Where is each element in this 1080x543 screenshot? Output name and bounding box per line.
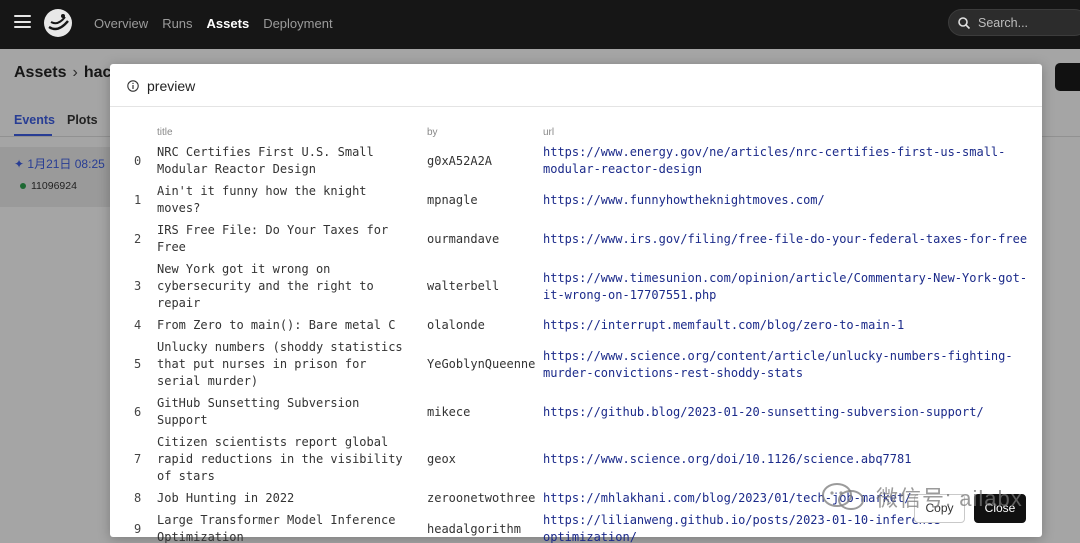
row-url-link[interactable]: https://www.funnyhowtheknightmoves.com/ [543,181,1034,220]
row-index: 0 [134,153,142,168]
table-header-row: title by url [134,124,1034,142]
watermark: 微信号: ailabx [820,478,1050,512]
row-author: zeroonetwothree [427,491,536,505]
column-header-title: title [157,127,173,138]
table-row: 2 IRS Free File: Do Your Taxes for Free ou… [134,220,1034,259]
row-title: Ain't it funny how the knight moves? [157,184,367,215]
row-title: NRC Certifies First U.S. Small Modular R… [157,145,374,176]
row-author: mpnagle [427,192,478,207]
search-placeholder: Search... [978,16,1029,30]
row-index: 9 [134,521,142,536]
table-row: 3 New York got it wrong on cybersecurity … [134,259,1034,315]
row-index: 6 [134,404,142,419]
row-author: ourmandave [427,231,500,246]
watermark-text: 微信号: ailabx [876,486,1023,511]
row-title: New York got it wrong on cybersecurity a… [157,262,374,310]
table-row: 1 Ain't it funny how the knight moves? mpn… [134,181,1034,220]
row-title: Large Transformer Model Inference Optimi… [157,513,396,543]
row-author: geox [427,452,456,466]
row-index: 3 [134,279,142,293]
column-header-by: by [427,127,438,138]
nav-overview[interactable]: Overview [94,16,148,31]
row-index: 1 [134,192,142,207]
row-url-link[interactable]: https://www.irs.gov/filing/free-file-do-… [543,220,1034,259]
table-row: 0 NRC Certifies First U.S. Small Modular … [134,142,1034,181]
row-url-link[interactable]: https://www.science.org/content/article/… [543,337,1034,393]
row-index: 7 [134,452,142,466]
row-title: GitHub Sunsetting Subversion Support [157,396,360,427]
dialog-header: preview [110,64,1042,107]
dagster-logo-icon[interactable] [42,7,74,39]
main-nav: Overview Runs Assets Deployment [94,16,333,31]
search-icon [958,17,971,30]
menu-icon[interactable] [14,15,31,28]
nav-assets[interactable]: Assets [207,16,250,31]
row-author: g0xA52A2A [427,153,493,168]
wechat-icon [822,483,864,510]
row-url-link[interactable]: https://www.timesunion.com/opinion/artic… [543,259,1034,315]
top-nav-bar: Overview Runs Assets Deployment Search..… [0,0,1080,49]
row-title: Unlucky numbers (shoddy statistics that … [157,340,403,388]
row-url-link[interactable]: https://github.blog/2023-01-20-sunsettin… [543,393,1034,432]
row-index: 2 [134,231,142,246]
row-url-link[interactable]: https://interrupt.memfault.com/blog/zero… [543,315,1034,337]
nav-runs[interactable]: Runs [162,16,192,31]
row-title: From Zero to main(): Bare metal C [157,318,396,332]
preview-dialog: preview title by url 0 NRC Certifies Firs… [110,64,1042,543]
table-row: 4 From Zero to main(): Bare metal C olalon… [134,315,1034,337]
nav-deployment[interactable]: Deployment [263,16,332,31]
dialog-title: preview [147,78,196,94]
row-author: mikece [427,404,471,419]
row-author: walterbell [427,279,500,293]
search-box[interactable]: Search... [948,9,1080,36]
row-author: olalonde [427,318,485,332]
row-index: 4 [134,318,142,332]
row-url-link[interactable]: https://www.energy.gov/ne/articles/nrc-c… [543,142,1034,181]
column-header-index [134,124,157,142]
row-title: Job Hunting in 2022 [157,491,295,505]
row-author: headalgorithm [427,521,521,536]
row-index: 5 [134,357,142,371]
table-row: 9 Large Transformer Model Inference Optim… [134,510,1034,543]
row-author: YeGoblynQueenne [427,357,536,371]
table-row: 6 GitHub Sunsetting Subversion Support mik… [134,393,1034,432]
row-title: IRS Free File: Do Your Taxes for Free [157,223,389,254]
row-title: Citizen scientists report global rapid r… [157,435,403,483]
info-icon [127,80,139,92]
column-header-url: url [543,127,555,138]
table-row: 5 Unlucky numbers (shoddy statistics that… [134,337,1034,393]
row-index: 8 [134,491,142,505]
